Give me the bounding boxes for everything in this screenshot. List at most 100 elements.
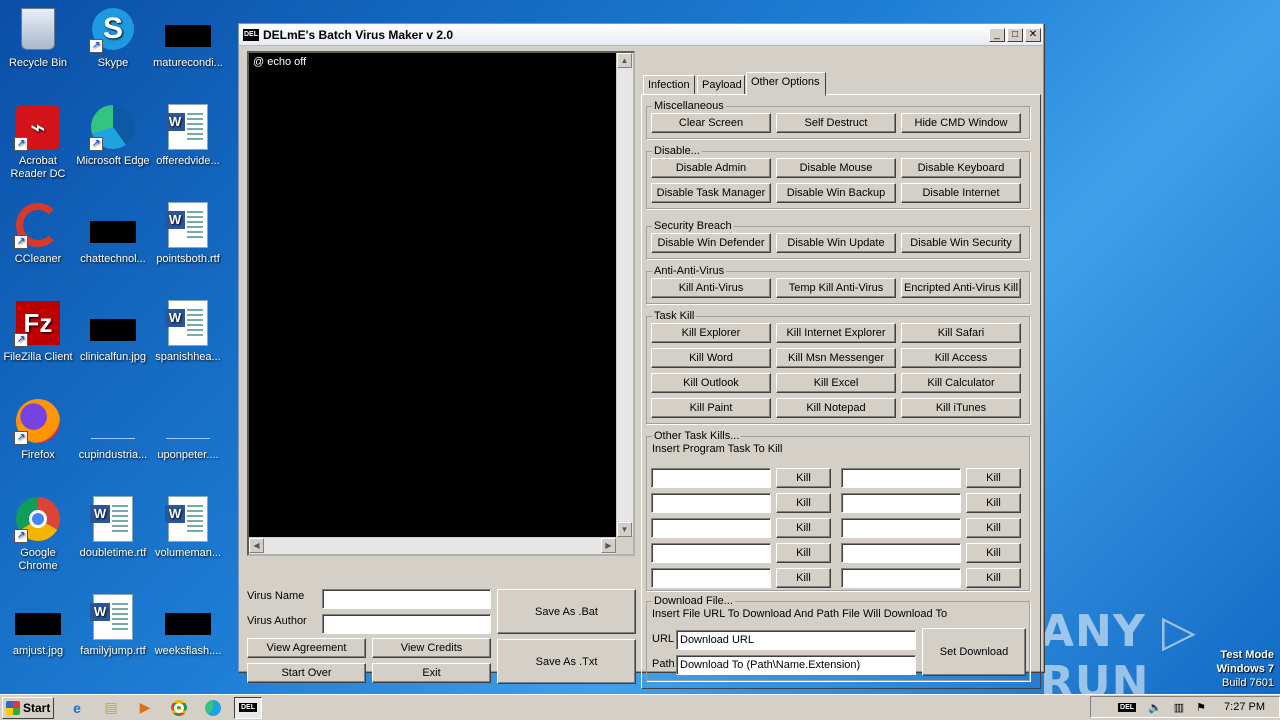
vertical-scrollbar[interactable]: ▲ ▼ [616, 53, 633, 537]
start-over-button[interactable]: Start Over [247, 663, 366, 683]
task-name-input[interactable] [841, 518, 961, 538]
hide-cmd-window-button[interactable]: Hide CMD Window [901, 113, 1021, 133]
batch-code-editor[interactable]: @ echo off ▲ ▼ ◀ ▶ [247, 51, 635, 556]
scroll-down-icon[interactable]: ▼ [617, 522, 632, 537]
save-as-txt-button[interactable]: Save As .Txt [497, 639, 636, 684]
kill-msn-messenger-button[interactable]: Kill Msn Messenger [776, 348, 896, 368]
desktop-icon[interactable]: Wfamilyjump.rtf [75, 593, 151, 658]
minimize-button[interactable]: _ [989, 27, 1005, 42]
set-download-button[interactable]: Set Download [922, 628, 1026, 676]
task-name-input[interactable] [651, 568, 771, 588]
kill-itunes-button[interactable]: Kill iTunes [901, 398, 1021, 418]
editor-text[interactable]: @ echo off [249, 53, 633, 71]
kill-button[interactable]: Kill [966, 518, 1021, 538]
exit-button[interactable]: Exit [372, 663, 491, 683]
desktop-icon[interactable]: Wvolumeman... [150, 495, 226, 560]
horizontal-scrollbar[interactable]: ◀ ▶ [249, 537, 616, 554]
tab-other-options[interactable]: Other Options [746, 72, 826, 96]
desktop-icon[interactable]: Wpointsboth.rtf [150, 201, 226, 266]
desktop-icon[interactable]: Wspanishhea... [150, 299, 226, 364]
desktop-icon[interactable]: ⌁ ↗ Acrobat Reader DC [0, 103, 76, 181]
kill-outlook-button[interactable]: Kill Outlook [651, 373, 771, 393]
desktop-icon[interactable]: Wofferedvide... [150, 103, 226, 168]
disable-internet-button[interactable]: Disable Internet [901, 183, 1021, 203]
task-name-input[interactable] [651, 543, 771, 563]
tab-infection[interactable]: Infection [643, 75, 695, 95]
close-button[interactable]: ✕ [1025, 27, 1041, 42]
clock[interactable]: 7:27 PM [1224, 701, 1265, 713]
disable-win-defender-button[interactable]: Disable Win Defender [651, 233, 771, 253]
tray-app-icon[interactable]: DEL [1118, 702, 1137, 712]
desktop-icon[interactable]: Wdoubletime.rtf [75, 495, 151, 560]
save-as-bat-button[interactable]: Save As .Bat [497, 589, 636, 634]
kill-button[interactable]: Kill [776, 493, 831, 513]
kill-paint-button[interactable]: Kill Paint [651, 398, 771, 418]
task-name-input[interactable] [841, 568, 961, 588]
kill-button[interactable]: Kill [966, 568, 1021, 588]
disable-task-manager-button[interactable]: Disable Task Manager [651, 183, 771, 203]
kill-internet-explorer-button[interactable]: Kill Internet Explorer [776, 323, 896, 343]
kill-anti-virus-button[interactable]: Kill Anti-Virus [651, 278, 771, 298]
kill-button[interactable]: Kill [966, 493, 1021, 513]
task-name-input[interactable] [841, 468, 961, 488]
tab-payload[interactable]: Payload [697, 75, 745, 95]
disable-win-backup-button[interactable]: Disable Win Backup [776, 183, 896, 203]
internet-explorer-icon[interactable]: e [66, 697, 88, 719]
kill-excel-button[interactable]: Kill Excel [776, 373, 896, 393]
file-explorer-icon[interactable]: ▤ [100, 697, 122, 719]
kill-button[interactable]: Kill [776, 518, 831, 538]
kill-explorer-button[interactable]: Kill Explorer [651, 323, 771, 343]
kill-button[interactable]: Kill [966, 468, 1021, 488]
view-credits-button[interactable]: View Credits [372, 638, 491, 658]
disable-keyboard-button[interactable]: Disable Keyboard [901, 158, 1021, 178]
start-button[interactable]: Start [2, 696, 54, 719]
kill-calculator-button[interactable]: Kill Calculator [901, 373, 1021, 393]
chrome-icon[interactable] [168, 697, 190, 719]
disable-win-update-button[interactable]: Disable Win Update [776, 233, 896, 253]
scroll-left-icon[interactable]: ◀ [249, 538, 264, 553]
media-player-icon[interactable]: ▶ [134, 697, 156, 719]
kill-button[interactable]: Kill [776, 468, 831, 488]
disable-admin-button[interactable]: Disable Admin [651, 158, 771, 178]
encripted-anti-virus-kill-button[interactable]: Encripted Anti-Virus Kill [901, 278, 1021, 298]
desktop-icon[interactable]: Fz ↗ FileZilla Client [0, 299, 76, 364]
volume-icon[interactable]: 🔈 [1148, 701, 1162, 714]
maximize-button[interactable]: □ [1007, 27, 1023, 42]
kill-notepad-button[interactable]: Kill Notepad [776, 398, 896, 418]
desktop-icon[interactable]: ↗ Microsoft Edge [75, 103, 151, 168]
download-url-input[interactable] [676, 630, 916, 650]
task-name-input[interactable] [651, 493, 771, 513]
desktop-icon[interactable]: S ↗ Skype [75, 5, 151, 70]
disable-mouse-button[interactable]: Disable Mouse [776, 158, 896, 178]
task-name-input[interactable] [651, 518, 771, 538]
self-destruct-button[interactable]: Self Destruct [776, 113, 896, 133]
kill-button[interactable]: Kill [966, 543, 1021, 563]
task-name-input[interactable] [841, 493, 961, 513]
disable-win-security-button[interactable]: Disable Win Security [901, 233, 1021, 253]
scroll-up-icon[interactable]: ▲ [617, 53, 632, 68]
desktop-icon[interactable]: amjust.jpg [0, 593, 76, 658]
desktop-icon[interactable]: Recycle Bin [0, 5, 76, 70]
kill-access-button[interactable]: Kill Access [901, 348, 1021, 368]
edge-icon[interactable] [202, 697, 224, 719]
kill-button[interactable]: Kill [776, 568, 831, 588]
action-center-flag-icon[interactable]: ⚑ [1196, 701, 1206, 714]
kill-safari-button[interactable]: Kill Safari [901, 323, 1021, 343]
kill-button[interactable]: Kill [776, 543, 831, 563]
title-bar[interactable]: DEL DELmE's Batch Virus Maker v 2.0 _ □ … [239, 24, 1043, 46]
scroll-right-icon[interactable]: ▶ [601, 538, 616, 553]
task-name-input[interactable] [841, 543, 961, 563]
desktop-icon[interactable]: chattechnol... [75, 201, 151, 266]
temp-kill-anti-virus-button[interactable]: Temp Kill Anti-Virus [776, 278, 896, 298]
desktop-icon[interactable]: ↗ Firefox [0, 397, 76, 462]
desktop-icon[interactable]: uponpeter.... [150, 397, 226, 462]
desktop-icon[interactable]: cupindustria... [75, 397, 151, 462]
virus-name-input[interactable] [322, 589, 491, 609]
clear-screen-button[interactable]: Clear Screen [651, 113, 771, 133]
view-agreement-button[interactable]: View Agreement [247, 638, 366, 658]
kill-word-button[interactable]: Kill Word [651, 348, 771, 368]
taskbar-batch-virus-maker[interactable]: DEL [234, 696, 262, 719]
desktop-icon[interactable]: ↗ CCleaner [0, 201, 76, 266]
network-icon[interactable]: ▥ [1174, 701, 1184, 714]
task-name-input[interactable] [651, 468, 771, 488]
